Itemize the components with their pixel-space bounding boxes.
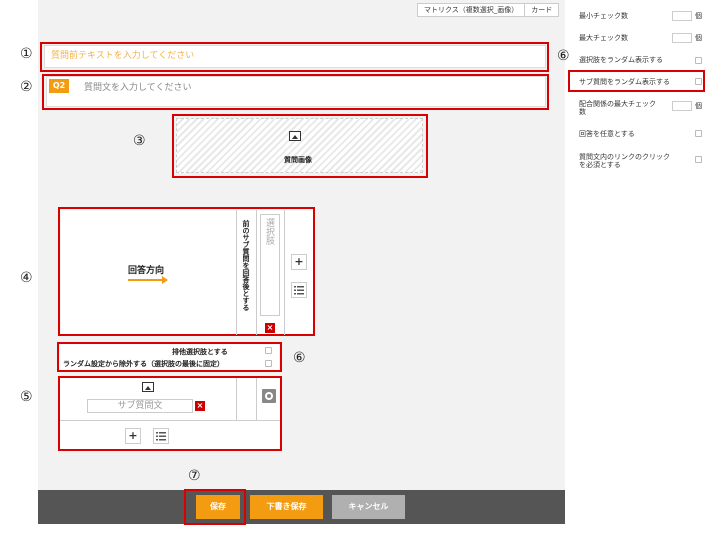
min-check-unit: 個 xyxy=(695,12,702,20)
question-number-badge: Q2 xyxy=(49,79,69,93)
pre-text-input[interactable]: 質問前テキストを入力してください xyxy=(44,45,546,68)
radio-icon xyxy=(262,389,276,403)
tab-card[interactable]: カード xyxy=(524,4,558,16)
delete-choice-button[interactable]: × xyxy=(265,323,275,333)
max-combo-check-input[interactable] xyxy=(672,101,692,111)
random-choices-checkbox[interactable] xyxy=(695,57,702,64)
random-exclude-label: ランダム設定から除外する（選択肢の最後に固定） xyxy=(63,360,224,368)
random-exclude-checkbox[interactable] xyxy=(265,360,272,367)
marker-3: ③ xyxy=(133,133,146,149)
question-image-label: 質問画像 xyxy=(284,156,312,164)
add-sub-question-button[interactable]: + xyxy=(125,428,141,444)
column-header-previous-sub-question[interactable]: 前のサブ質問を回答後とする xyxy=(241,220,251,311)
bulk-choice-button[interactable] xyxy=(291,282,307,298)
max-combo-check-label-1: 配合関係の最大チェック xyxy=(579,100,656,108)
marker-6: ⑥ xyxy=(293,350,306,366)
exclusive-choice-checkbox[interactable] xyxy=(265,347,272,354)
tab-matrix-image[interactable]: マトリクス（複数選択_画像） xyxy=(418,4,524,16)
max-combo-check-unit: 個 xyxy=(695,102,702,110)
list-icon xyxy=(294,286,304,295)
question-text-input[interactable]: 質問文を入力してください xyxy=(84,80,191,93)
require-link-click-checkbox[interactable] xyxy=(695,156,702,163)
min-check-input[interactable] xyxy=(672,11,692,21)
max-check-unit: 個 xyxy=(695,34,702,42)
sub-question-row xyxy=(60,378,280,449)
marker-6-sidebar: ⑥ xyxy=(557,48,570,64)
marker-4: ④ xyxy=(20,270,33,286)
draft-save-button[interactable]: 下書き保存 xyxy=(250,495,323,519)
cancel-button[interactable]: キャンセル xyxy=(332,495,405,519)
delete-sub-question-button[interactable]: × xyxy=(195,401,205,411)
optional-answer-label: 回答を任意とする xyxy=(579,130,635,138)
random-sub-questions-label: サブ質問をランダム表示する xyxy=(579,78,670,86)
min-check-label: 最小チェック数 xyxy=(579,12,628,20)
max-combo-check-label-2: 数 xyxy=(579,108,586,116)
max-check-label: 最大チェック数 xyxy=(579,34,628,42)
require-link-click-label-2: を必須とする xyxy=(579,161,621,169)
add-choice-button[interactable]: + xyxy=(291,254,307,270)
exclusive-choice-label: 排他選択肢とする xyxy=(172,348,228,356)
marker-1: ① xyxy=(20,46,33,62)
arrow-right-icon xyxy=(128,276,168,284)
image-icon xyxy=(289,131,301,141)
sub-question-image-icon[interactable] xyxy=(142,382,154,392)
marker-7: ⑦ xyxy=(188,468,201,484)
optional-answer-checkbox[interactable] xyxy=(695,130,702,137)
choice-placeholder: 選択肢 xyxy=(264,218,274,245)
question-type-tabs: マトリクス（複数選択_画像） カード xyxy=(417,3,560,17)
random-choices-label: 選択肢をランダム表示する xyxy=(579,56,663,64)
sub-question-input[interactable]: サブ質問文 xyxy=(87,399,193,413)
max-check-input[interactable] xyxy=(672,33,692,43)
marker-2: ② xyxy=(20,79,33,95)
random-sub-questions-checkbox[interactable] xyxy=(695,78,702,85)
answer-direction-label: 回答方向 xyxy=(128,266,165,276)
bulk-sub-question-button[interactable] xyxy=(153,428,169,444)
save-button[interactable]: 保存 xyxy=(196,495,240,519)
marker-5: ⑤ xyxy=(20,389,33,405)
list-icon xyxy=(156,432,166,441)
